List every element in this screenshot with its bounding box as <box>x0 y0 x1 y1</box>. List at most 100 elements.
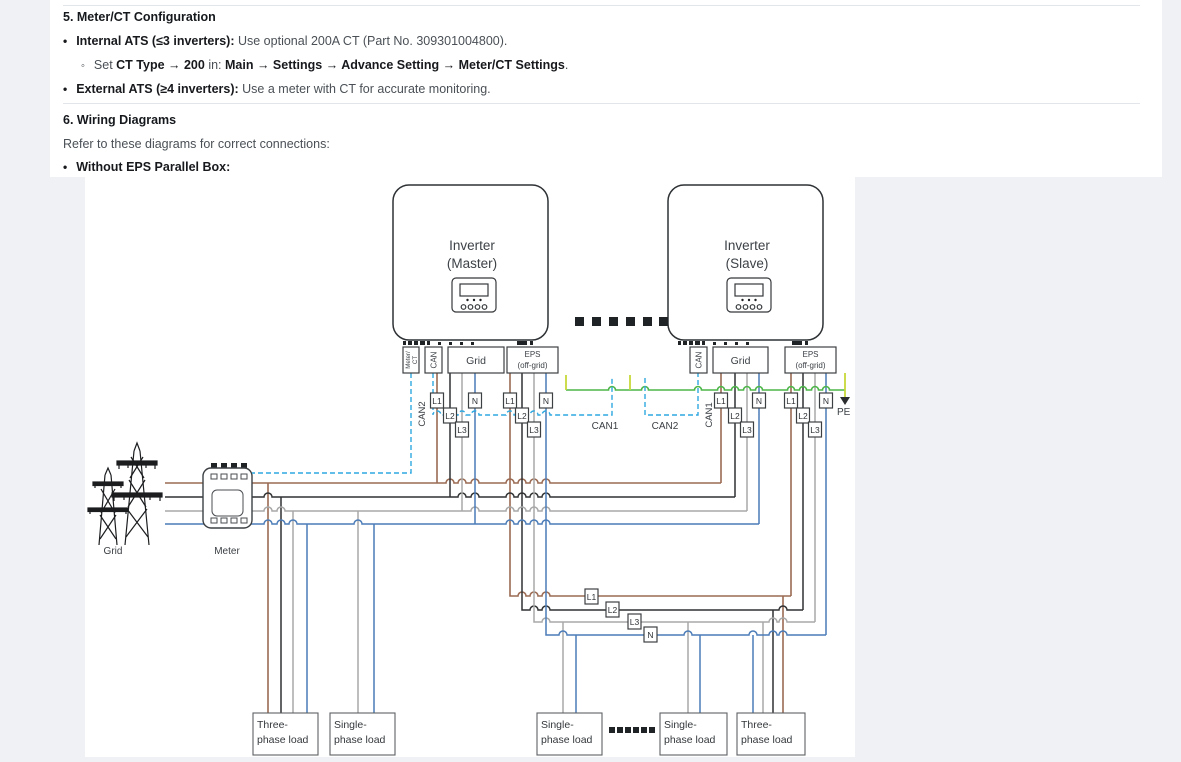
bullet-marker: • <box>63 34 67 48</box>
grid-towers-icon <box>88 443 162 545</box>
inverter-slave-label-line2: (Slave) <box>726 256 769 271</box>
terminal-label-l2: L2 <box>730 411 740 421</box>
section-6-intro: Refer to these diagrams for correct conn… <box>63 137 330 151</box>
ground-arrow-icon <box>840 397 850 405</box>
load-three-phase-left: Three- phase load <box>253 713 318 755</box>
bullet-text: Without EPS Parallel Box: <box>76 160 230 174</box>
inverter-display-panel-icon <box>727 278 771 312</box>
bullet-rest-text: Use optional 200A CT (Part No. 309301004… <box>238 34 507 48</box>
sub-bullet-marker: ◦ <box>81 60 85 72</box>
can1-bus-label: CAN1 <box>592 421 619 432</box>
inverter-master-unit: Inverter (Master) <box>393 185 548 345</box>
terminal-label-l3: L3 <box>457 425 467 435</box>
bullet-bold-text: Without EPS Parallel Box: <box>76 160 230 174</box>
inverter-master-label-line1: Inverter <box>449 238 495 253</box>
sub-seg4: Main → Settings → Advance Setting → Mete… <box>225 58 565 72</box>
load-label-line1: Single- <box>541 719 574 731</box>
load-label-line2: phase load <box>541 734 593 746</box>
bullet-marker: • <box>63 160 67 174</box>
terminal-labels-master-grid: L1 L2 L3 N <box>431 393 482 437</box>
wire-group-l1-brown <box>165 373 791 713</box>
load-label-line2: phase load <box>334 734 386 746</box>
terminal-label-l2: L2 <box>608 605 618 615</box>
terminal-label-l1: L1 <box>505 396 515 406</box>
sub-seg1: Set <box>94 58 116 72</box>
terminal-labels-slave-grid: L1 L2 L3 N <box>715 393 766 437</box>
inverter-chain-ellipsis-icon <box>575 317 668 326</box>
load-single-phase-right: Single- phase load <box>660 713 727 755</box>
inverter-bottom-ports-icon <box>403 341 533 345</box>
bullet-internal-ats: • Internal ATS (≤3 inverters): Use optio… <box>63 34 507 48</box>
port-label-can: CAN <box>430 351 439 368</box>
sub-bullet-text: Set CT Type → 200 in: Main → Settings → … <box>94 58 568 72</box>
port-label-grid: Grid <box>731 355 751 367</box>
port-label-eps-2: (off-grid) <box>795 361 825 370</box>
port-label-eps-2: (off-grid) <box>517 361 547 370</box>
port-label-eps-1: EPS <box>802 350 818 359</box>
load-label-line1: Single- <box>334 719 367 731</box>
port-label-meter-ct-2: CT <box>412 356 419 364</box>
load-label-line2: phase load <box>257 734 309 746</box>
terminal-label-l1: L1 <box>432 396 442 406</box>
terminal-label-l1: L1 <box>587 592 597 602</box>
terminal-label-l3: L3 <box>810 425 820 435</box>
bullet-marker: • <box>63 82 67 96</box>
inverter-master-label-line2: (Master) <box>447 256 497 271</box>
sub-bullet-ct-type: ◦ Set CT Type → 200 in: Main → Settings … <box>81 58 568 72</box>
terminal-label-l3: L3 <box>529 425 539 435</box>
pe-label: PE <box>837 407 851 418</box>
terminal-label-l3: L3 <box>630 617 640 627</box>
bullet-text: Internal ATS (≤3 inverters): Use optiona… <box>76 34 507 48</box>
load-label-line1: Single- <box>664 719 697 731</box>
load-label-line1: Three- <box>257 719 288 731</box>
terminal-label-n: N <box>543 396 549 406</box>
inverter-display-panel-icon <box>452 278 496 312</box>
wiring-diagram-svg: PE Inverter (Master) <box>85 177 855 757</box>
divider-top <box>63 5 1140 6</box>
can2-port-label-vertical: CAN2 <box>417 401 428 426</box>
divider-section <box>63 103 1140 104</box>
load-chain-ellipsis-icon <box>609 727 655 733</box>
load-single-phase-left: Single- phase load <box>330 713 395 755</box>
bullet-without-eps: • Without EPS Parallel Box: <box>63 160 230 174</box>
inverter-bottom-ports-icon <box>678 341 808 345</box>
terminal-label-l2: L2 <box>798 411 808 421</box>
port-label-grid: Grid <box>466 355 486 367</box>
wire-group-l3-gray <box>165 373 815 713</box>
wire-group-n-blue <box>165 373 826 713</box>
terminal-labels-master-eps: L1 L2 L3 N <box>504 393 553 437</box>
sub-seg5: . <box>565 58 568 72</box>
meter-label: Meter <box>214 546 240 557</box>
terminal-label-l2: L2 <box>517 411 527 421</box>
port-label-can: CAN <box>695 351 704 368</box>
bullet-rest-text: Use a meter with CT for accurate monitor… <box>242 82 490 96</box>
load-label-line2: phase load <box>741 734 793 746</box>
terminal-label-l1: L1 <box>786 396 796 406</box>
load-single-phase-middle: Single- phase load <box>537 713 602 755</box>
terminal-label-n: N <box>756 396 762 406</box>
bullet-external-ats: • External ATS (≥4 inverters): Use a met… <box>63 82 491 96</box>
sub-seg2: CT Type → 200 <box>116 58 205 72</box>
document-content-card: 5. Meter/CT Configuration • Internal ATS… <box>50 0 1162 177</box>
terminal-label-n: N <box>823 396 829 406</box>
load-label-line2: phase load <box>664 734 716 746</box>
grid-towers-label: Grid <box>104 546 123 557</box>
bullet-text: External ATS (≥4 inverters): Use a meter… <box>76 82 490 96</box>
terminal-label-l1: L1 <box>716 396 726 406</box>
port-label-eps-1: EPS <box>524 350 540 359</box>
can1-port-label-vertical: CAN1 <box>704 402 715 427</box>
bullet-bold-text: Internal ATS (≤3 inverters): <box>76 34 234 48</box>
terminal-labels-eps-bus: L1 L2 L3 N <box>585 589 657 642</box>
sub-seg3: in: <box>205 58 225 72</box>
bullet-bold-text: External ATS (≥4 inverters): <box>76 82 238 96</box>
inverter-slave-label-line1: Inverter <box>724 238 770 253</box>
terminal-label-n: N <box>647 630 653 640</box>
terminal-label-l3: L3 <box>742 425 752 435</box>
terminal-label-l2: L2 <box>445 411 455 421</box>
can2-bus-label: CAN2 <box>652 421 679 432</box>
port-label-meter-ct-1: Meter/ <box>405 351 412 369</box>
terminal-label-n: N <box>472 396 478 406</box>
meter-device <box>203 463 252 528</box>
inverter-slave-unit: Inverter (Slave) <box>668 185 823 345</box>
section-6-heading: 6. Wiring Diagrams <box>63 113 176 127</box>
